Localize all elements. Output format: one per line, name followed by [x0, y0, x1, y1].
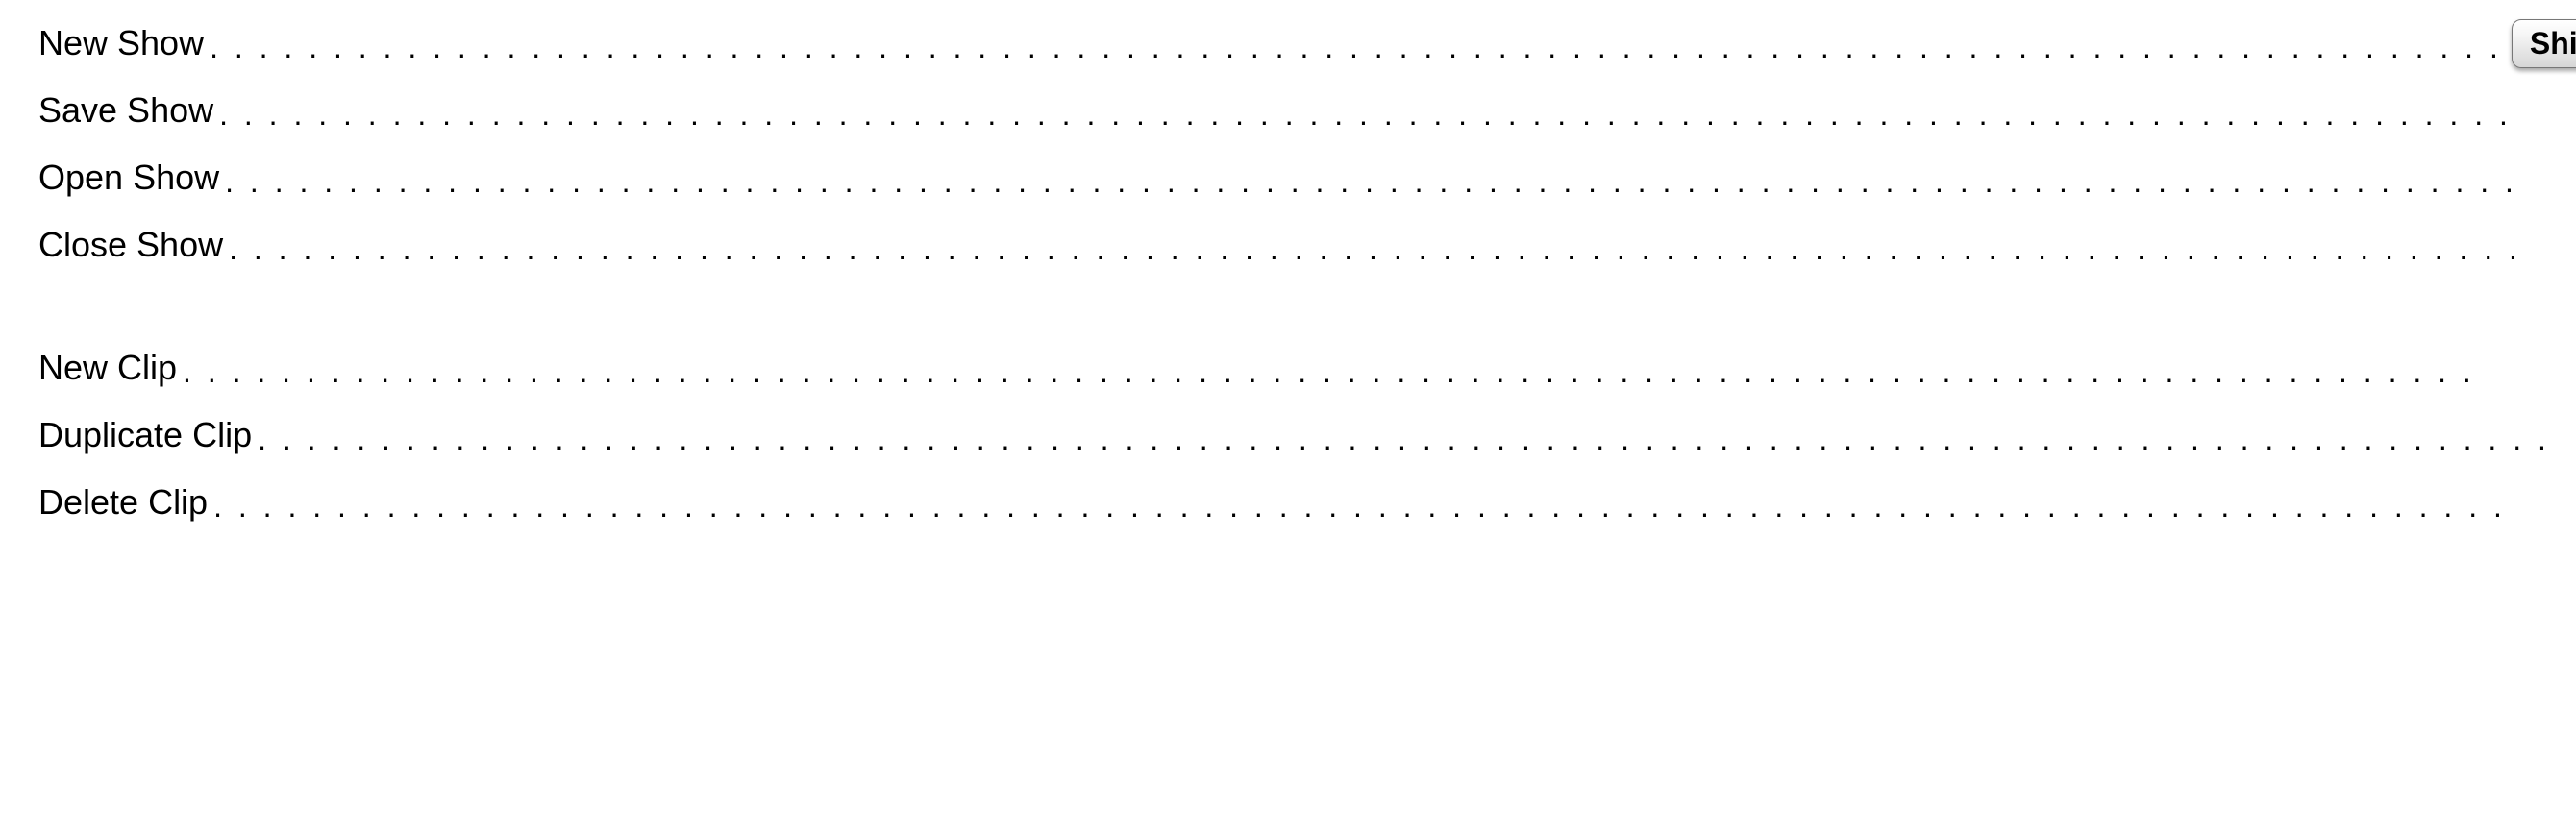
leader-dots	[210, 22, 2502, 65]
shortcut-label: New Clip	[38, 348, 177, 388]
shortcut-label: Close Show	[38, 225, 223, 265]
leader-dots	[229, 224, 2576, 267]
shortcut-row: New Show Shift+CommandN	[38, 10, 2576, 77]
shortcut-group: New ClipCommandNDuplicate ClipCommandDDe…	[38, 334, 2576, 536]
shortcut-row: Duplicate ClipCommandD	[38, 402, 2576, 469]
shortcut-label: Open Show	[38, 158, 219, 198]
shortcut-column: New ShowShift+CommandNSave ShowCommandSO…	[38, 10, 2576, 820]
leader-dots	[258, 414, 2576, 457]
shortcut-sheet: New ShowShift+CommandNSave ShowCommandSO…	[0, 0, 2576, 830]
shortcut-keys: Shift+CommandN	[2508, 19, 2576, 68]
shortcut-group: New ShowShift+CommandNSave ShowCommandSO…	[38, 10, 2576, 279]
shortcut-row: Delete ClipCommandDelete	[38, 469, 2576, 536]
keycap: Shift	[2512, 19, 2576, 68]
leader-dots	[183, 347, 2576, 390]
shortcut-row: Save ShowCommandS	[38, 77, 2576, 144]
shortcut-row: Close ShowCommandW	[38, 211, 2576, 279]
leader-dots	[213, 481, 2576, 525]
shortcut-label: New Show	[38, 23, 204, 63]
leader-dots	[225, 157, 2576, 200]
shortcut-row: Open ShowCommandO	[38, 144, 2576, 211]
leader-dots	[219, 89, 2576, 133]
shortcut-label: Delete Clip	[38, 482, 208, 523]
shortcut-row: New ClipCommandN	[38, 334, 2576, 402]
shortcut-label: Duplicate Clip	[38, 415, 252, 455]
shortcut-label: Save Show	[38, 90, 213, 131]
